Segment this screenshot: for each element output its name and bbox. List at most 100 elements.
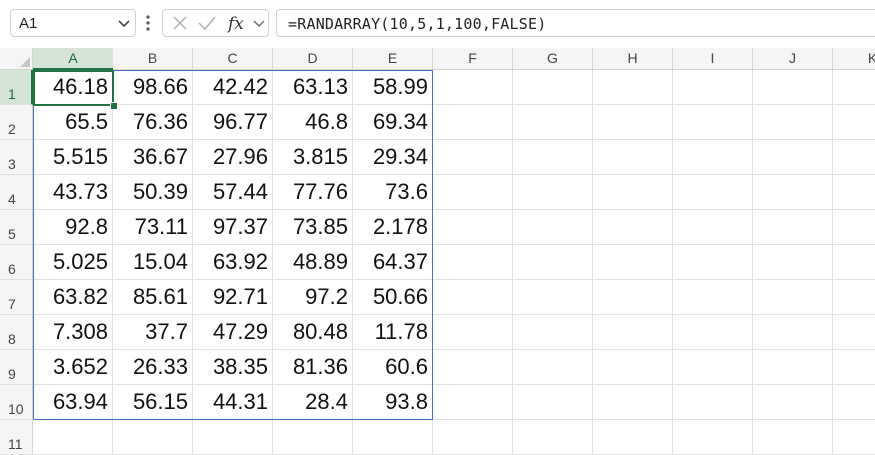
cell[interactable] [433, 385, 513, 420]
cell[interactable]: 3.815 [273, 140, 353, 175]
cell[interactable] [833, 245, 875, 280]
close-icon[interactable] [171, 14, 189, 32]
cell[interactable]: 58.99 [353, 70, 433, 105]
select-all-corner[interactable] [0, 48, 33, 70]
cell[interactable]: 76.36 [113, 105, 193, 140]
cell[interactable] [433, 140, 513, 175]
cell[interactable] [593, 70, 673, 105]
cell[interactable]: 28.4 [273, 385, 353, 420]
cell[interactable]: 2.178 [353, 210, 433, 245]
cell[interactable]: 60.6 [353, 350, 433, 385]
cell[interactable]: 26.33 [113, 350, 193, 385]
cell[interactable] [673, 350, 753, 385]
cell[interactable]: 29.34 [353, 140, 433, 175]
row-header[interactable]: 9 [0, 350, 33, 385]
cell[interactable] [833, 385, 875, 420]
cell[interactable] [673, 175, 753, 210]
cell[interactable] [753, 315, 833, 350]
cell[interactable] [753, 175, 833, 210]
cell[interactable] [673, 210, 753, 245]
cell[interactable]: 50.39 [113, 175, 193, 210]
cell[interactable]: 11.78 [353, 315, 433, 350]
cell[interactable] [673, 70, 753, 105]
cell[interactable] [833, 350, 875, 385]
cell[interactable] [513, 140, 593, 175]
column-header[interactable]: A [33, 48, 114, 70]
column-header[interactable]: F [433, 48, 513, 70]
cell[interactable]: 64.37 [353, 245, 433, 280]
column-header[interactable]: C [193, 48, 273, 70]
cell[interactable]: 56.15 [113, 385, 193, 420]
cell[interactable] [513, 315, 593, 350]
cell[interactable] [593, 280, 673, 315]
cell[interactable] [433, 350, 513, 385]
cell[interactable]: 85.61 [113, 280, 193, 315]
row-header[interactable]: 10 [0, 385, 33, 420]
cell[interactable] [673, 140, 753, 175]
cell[interactable]: 81.36 [273, 350, 353, 385]
cell[interactable]: 50.66 [353, 280, 433, 315]
cell[interactable] [833, 280, 875, 315]
cell[interactable] [833, 70, 875, 105]
cell[interactable] [513, 385, 593, 420]
cell[interactable]: 97.2 [273, 280, 353, 315]
cell[interactable] [593, 140, 673, 175]
cell[interactable]: 92.8 [33, 210, 113, 245]
cell[interactable] [593, 385, 673, 420]
cell[interactable]: 92.71 [193, 280, 273, 315]
cell[interactable] [833, 175, 875, 210]
chevron-down-icon[interactable] [117, 16, 131, 30]
cell[interactable] [593, 315, 673, 350]
cell[interactable] [433, 175, 513, 210]
cell[interactable]: 44.31 [193, 385, 273, 420]
cell[interactable]: 69.34 [353, 105, 433, 140]
cell[interactable]: 47.29 [193, 315, 273, 350]
row-header[interactable]: 2 [0, 105, 33, 140]
row-header[interactable]: 6 [0, 245, 33, 280]
row-header[interactable]: 4 [0, 175, 33, 210]
column-header[interactable]: K [833, 48, 875, 70]
column-header[interactable]: J [753, 48, 833, 70]
cell[interactable] [753, 140, 833, 175]
cell[interactable] [753, 350, 833, 385]
cell[interactable] [513, 350, 593, 385]
cell[interactable]: 37.7 [113, 315, 193, 350]
cell[interactable]: 73.6 [353, 175, 433, 210]
cell[interactable] [433, 70, 513, 105]
row-header[interactable]: 5 [0, 210, 33, 245]
cell[interactable]: 63.82 [33, 280, 113, 315]
cell[interactable] [753, 105, 833, 140]
cell[interactable] [753, 70, 833, 105]
cell[interactable] [833, 105, 875, 140]
column-header[interactable]: H [593, 48, 673, 70]
cell[interactable] [593, 105, 673, 140]
chevron-down-icon[interactable] [253, 17, 265, 29]
cell[interactable] [593, 350, 673, 385]
cell[interactable]: 7.308 [33, 315, 113, 350]
cell[interactable]: 5.515 [33, 140, 113, 175]
cell[interactable]: 77.76 [273, 175, 353, 210]
fx-icon[interactable]: fx [227, 13, 249, 35]
cell[interactable] [673, 105, 753, 140]
column-header[interactable]: I [673, 48, 753, 70]
cell[interactable]: 73.11 [113, 210, 193, 245]
cell[interactable] [753, 245, 833, 280]
cell[interactable]: 48.89 [273, 245, 353, 280]
cell[interactable] [833, 210, 875, 245]
cell[interactable] [513, 245, 593, 280]
cell[interactable]: 3.652 [33, 350, 113, 385]
cell[interactable]: 98.66 [113, 70, 193, 105]
cell[interactable] [593, 245, 673, 280]
cell[interactable]: 5.025 [33, 245, 113, 280]
cell[interactable] [673, 280, 753, 315]
cell[interactable] [753, 280, 833, 315]
cell[interactable] [433, 105, 513, 140]
cell[interactable]: 15.04 [113, 245, 193, 280]
cell[interactable]: 65.5 [33, 105, 113, 140]
cell[interactable] [513, 175, 593, 210]
formula-input[interactable]: =RANDARRAY(10,5,1,100,FALSE) [276, 9, 875, 37]
cell[interactable] [513, 105, 593, 140]
fill-handle[interactable] [110, 102, 118, 110]
cell[interactable] [433, 245, 513, 280]
column-header[interactable]: G [513, 48, 593, 70]
